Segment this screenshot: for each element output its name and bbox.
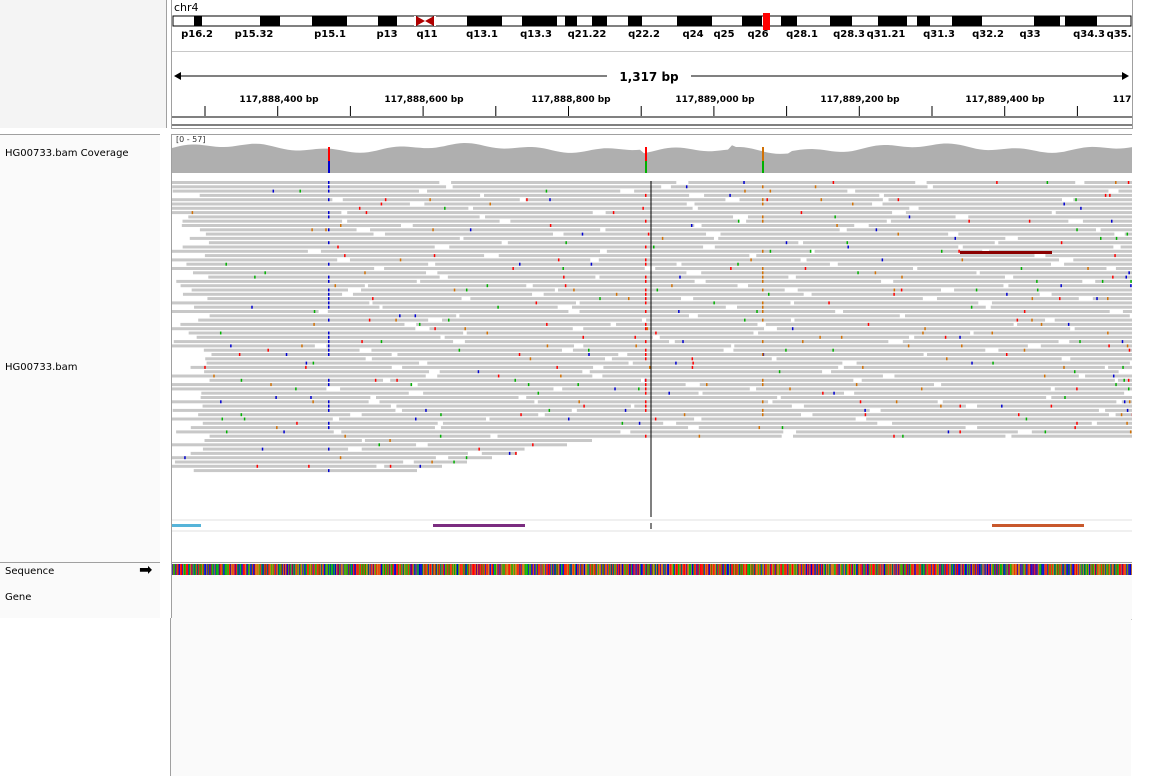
- band-label: q32.2: [972, 29, 1004, 40]
- band-label: q35.: [1107, 29, 1132, 40]
- band-label: q31.3: [923, 29, 955, 40]
- band-label: q28.3: [833, 29, 865, 40]
- band-label: q11: [416, 29, 437, 40]
- band-label: p16.2: [181, 29, 213, 40]
- empty-track-area: [171, 618, 1131, 776]
- alignment-track-name[interactable]: HG00733.bam: [5, 362, 77, 373]
- span-label: 1,317 bp: [607, 70, 691, 84]
- ruler-tick-label: 117,888,800 bp: [531, 95, 611, 105]
- coverage-track[interactable]: [172, 135, 1132, 175]
- ruler-tick-label: 117,889,400 bp: [965, 95, 1045, 105]
- band-label: q21.22: [568, 29, 607, 40]
- ruler-tick-label: 117,889,200 bp: [820, 95, 900, 105]
- ruler-tick-label: 117,888,400 bp: [239, 95, 319, 105]
- band-label: q24: [682, 29, 703, 40]
- band-label: q13.3: [520, 29, 552, 40]
- gene-track[interactable]: [172, 587, 1132, 617]
- coverage-track-name[interactable]: HG00733.bam Coverage: [5, 148, 129, 159]
- ruler-tick-label: 117,888,600 bp: [384, 95, 464, 105]
- band-label: p15.32: [235, 29, 274, 40]
- data-panel: [0 - 57]: [171, 134, 1132, 562]
- band-label: q28.1: [786, 29, 818, 40]
- coverage-range-label: [0 - 57]: [176, 135, 206, 144]
- right-arrow-icon[interactable]: ➡: [139, 562, 152, 578]
- band-label: p15.1: [314, 29, 346, 40]
- ruler-tick-label: 117,889,000 bp: [675, 95, 755, 105]
- band-label: q26: [747, 29, 768, 40]
- ruler-tick-label: 117: [1113, 95, 1132, 105]
- feature-name-panel: Sequence ➡ Gene: [0, 562, 160, 619]
- lower-name-panel: [0, 618, 171, 776]
- band-label: q25: [713, 29, 734, 40]
- band-label: q33: [1019, 29, 1040, 40]
- ideogram-name-panel: [0, 0, 167, 128]
- alignment-track[interactable]: [172, 177, 1132, 562]
- feature-panel: [171, 562, 1132, 620]
- header-panel: chr4 p16.2 p15.32 p15.1 p13 q11 q13.1 q13.3 q21…: [171, 0, 1133, 129]
- gene-track-name[interactable]: Gene: [5, 592, 31, 603]
- sequence-track[interactable]: [172, 564, 1132, 576]
- band-label: q13.1: [466, 29, 498, 40]
- band-label: q31.21: [867, 29, 906, 40]
- sequence-track-name[interactable]: Sequence: [5, 566, 54, 577]
- data-name-panel: HG00733.bam Coverage HG00733.bam: [0, 134, 160, 562]
- chromosome-ideogram[interactable]: p16.2 p15.32 p15.1 p13 q11 q13.1 q13.3 q21.22 q2…: [172, 13, 1132, 53]
- genomic-ruler[interactable]: 117,888,400 bp 117,888,600 bp 117,888,800 …: [172, 88, 1132, 128]
- band-label: p13: [376, 29, 397, 40]
- band-label: q34.3: [1073, 29, 1105, 40]
- ideogram-divider: [172, 51, 1132, 52]
- band-label: q22.2: [628, 29, 660, 40]
